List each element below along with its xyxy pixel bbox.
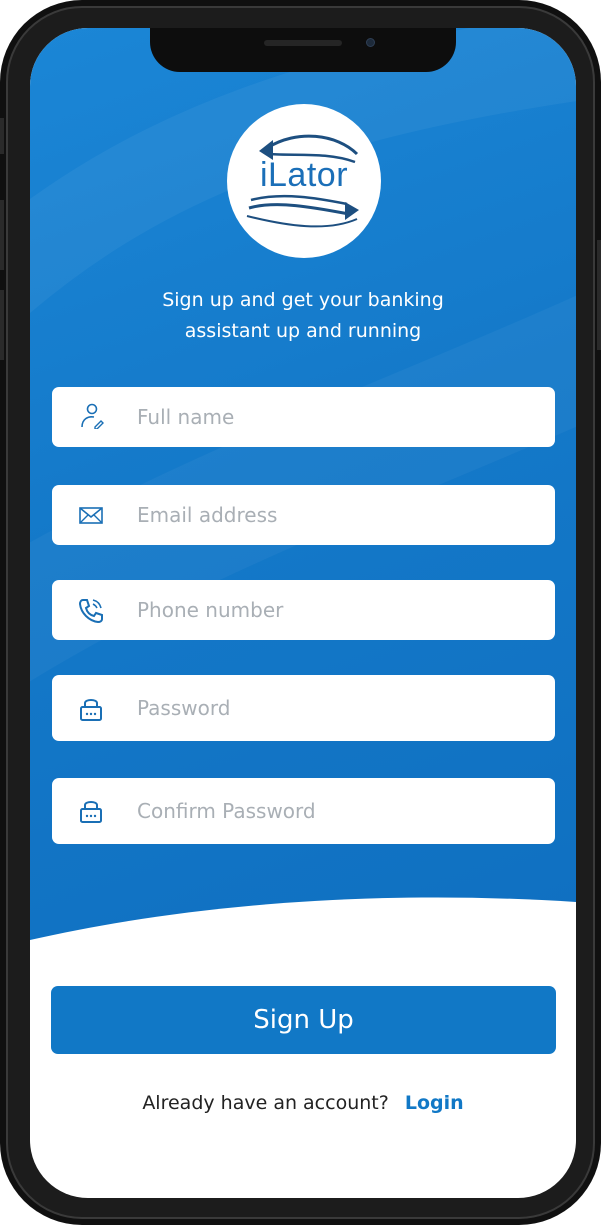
login-link[interactable]: Login <box>405 1092 464 1114</box>
volume-down-button <box>0 290 4 360</box>
front-camera <box>366 38 375 47</box>
power-button <box>597 240 601 350</box>
app-screen: iLator Sign up and get your banking assi… <box>30 28 576 1198</box>
email-field[interactable] <box>52 485 555 545</box>
tagline-line-2: assistant up and running <box>184 320 422 342</box>
login-prompt-row: Already have an account? Login <box>30 1092 576 1114</box>
password-field[interactable] <box>52 675 555 741</box>
side-button <box>0 118 4 154</box>
login-prompt-text: Already have an account? <box>142 1092 389 1114</box>
mail-icon <box>79 507 103 524</box>
full-name-input[interactable] <box>137 387 537 447</box>
confirm-password-input[interactable] <box>137 778 537 844</box>
phone-frame: iLator Sign up and get your banking assi… <box>0 0 601 1225</box>
tagline: Sign up and get your banking assistant u… <box>100 285 506 347</box>
email-input[interactable] <box>137 485 537 545</box>
phone-field[interactable] <box>52 580 555 640</box>
password-input[interactable] <box>137 675 537 741</box>
lock-icon <box>80 699 102 721</box>
volume-up-button <box>0 200 4 270</box>
phone-notch <box>150 28 456 72</box>
app-logo: iLator <box>227 104 381 258</box>
full-name-field[interactable] <box>52 387 555 447</box>
speaker-grille <box>264 40 342 46</box>
sign-up-button[interactable]: Sign Up <box>51 986 556 1054</box>
tagline-line-1: Sign up and get your banking <box>162 289 444 311</box>
phone-icon <box>78 599 103 623</box>
phone-input[interactable] <box>137 580 537 640</box>
logo-wordmark: iLator <box>259 156 349 194</box>
confirm-password-field[interactable] <box>52 778 555 844</box>
user-edit-icon <box>81 403 104 429</box>
lock-icon <box>80 801 102 823</box>
